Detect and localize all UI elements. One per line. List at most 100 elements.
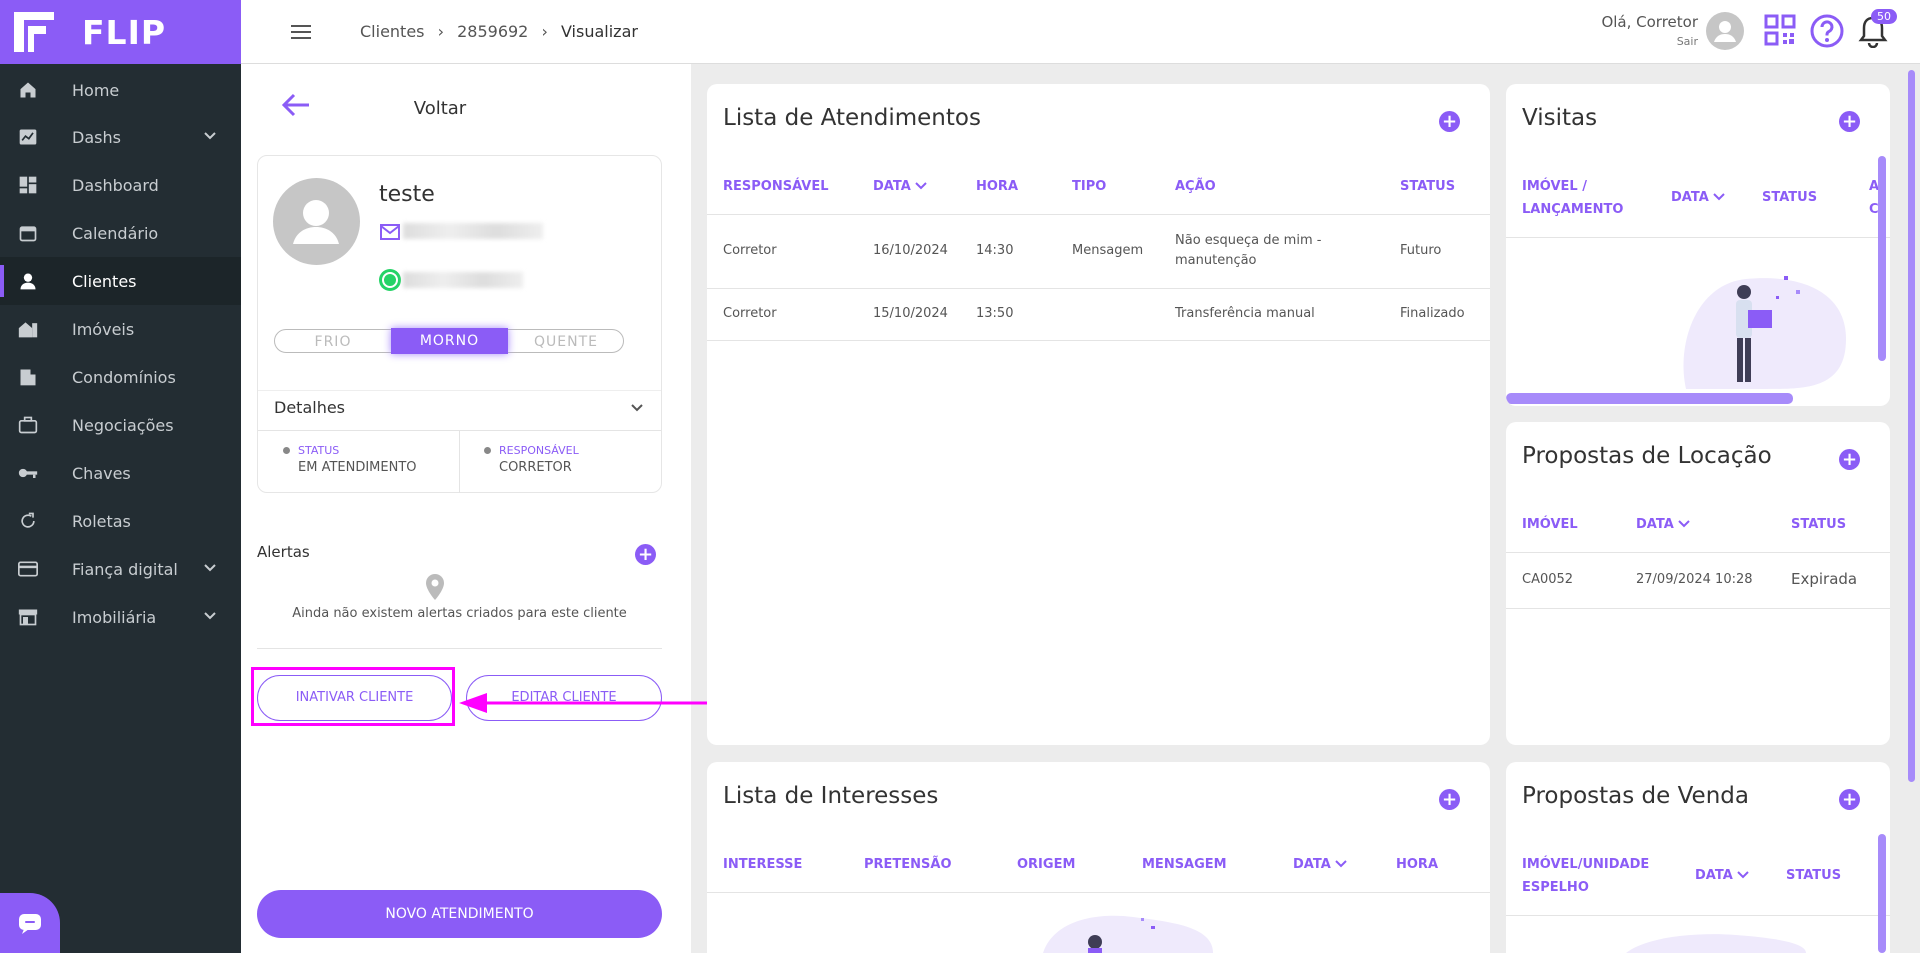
cell-hora: 14:30 [976,243,1014,258]
col-data[interactable]: DATA [1293,853,1348,876]
col-imovel: IMÓVEL / [1522,179,1587,194]
cell-tipo: Mensagem [1072,243,1144,258]
col-status: STATUS [1762,190,1818,205]
cell-data: 27/09/2024 10:28 [1636,572,1753,587]
col-data[interactable]: DATA [1695,864,1750,887]
phone-redacted [403,272,523,288]
calendar-icon [18,223,38,243]
sort-down-icon [1678,520,1691,528]
client-name: teste [379,182,435,207]
status-value: EM ATENDIMENTO [298,460,417,475]
chat-button[interactable] [0,893,60,953]
col-pretensao: PRETENSÃO [864,857,952,872]
add-sale-proposal-button[interactable]: + [1839,789,1860,810]
temp-quente[interactable]: QUENTE [508,330,624,354]
back-arrow-icon[interactable] [281,92,311,118]
new-service-button[interactable]: NOVO ATENDIMENTO [257,890,662,938]
temp-morno[interactable]: MORNO [391,328,508,354]
col-data[interactable]: DATA [873,175,928,198]
temp-frio[interactable]: FRIO [275,330,391,354]
breadcrumb-client-id[interactable]: 2859692 [457,22,528,41]
add-alert-button[interactable]: + [635,544,656,565]
col-data[interactable]: DATA [1636,513,1691,536]
user-avatar[interactable] [1706,12,1744,50]
page-scrollbar[interactable] [1908,70,1915,782]
refresh-icon [18,511,38,531]
card-icon [18,559,38,579]
vertical-scrollbar[interactable] [1878,156,1886,361]
vertical-scrollbar[interactable] [1878,834,1886,953]
sale-proposals-card: Propostas de Venda + IMÓVEL/UNIDADE ESPE… [1506,762,1890,953]
sort-down-icon [1737,871,1750,879]
logout-link[interactable]: Sair [1601,35,1698,48]
help-icon[interactable] [1810,14,1844,48]
details-toggle[interactable]: Detalhes [274,392,345,424]
client-avatar [273,178,360,265]
breadcrumb-current: Visualizar [560,22,638,41]
nav-item-clientes[interactable]: Clientes [0,257,241,305]
services-card: Lista de Atendimentos + RESPONSÁVEL DATA… [707,84,1490,745]
nav-item-imobiliaria[interactable]: Imobiliária [0,593,241,641]
nav-item-chaves[interactable]: Chaves [0,449,241,497]
nav-label: Chaves [72,463,131,483]
breadcrumb-clientes[interactable]: Clientes [360,22,425,41]
add-service-button[interactable]: + [1439,111,1460,132]
chevron-down-icon[interactable] [630,402,644,414]
nav-item-dashboard[interactable]: Dashboard [0,161,241,209]
cell-status: Finalizado [1400,306,1465,321]
empty-illustration [1626,934,1806,953]
chevron-down-icon [204,132,216,140]
chat-icon [19,914,41,934]
cell-acao-cont: manutenção [1175,253,1257,268]
alerts-empty-message: Ainda não existem alertas criados para e… [292,606,627,621]
client-card: teste FRIO MORNO QUENTE Detalhes STATUS … [257,155,662,493]
chevron-down-icon [204,564,216,572]
breadcrumb-separator: › [541,22,548,41]
nav-item-home[interactable]: Home [0,66,241,114]
cell-responsavel: Corretor [723,243,777,258]
col-status: STATUS [1400,179,1456,194]
horizontal-scrollbar[interactable] [1506,393,1793,404]
nav-label: Dashboard [72,175,159,195]
nav-item-condominios[interactable]: Condomínios [0,353,241,401]
logo[interactable]: FLIP [0,0,241,64]
rental-proposals-card: Propostas de Locação + IMÓVEL DATA STATU… [1506,422,1890,745]
col-mensagem: MENSAGEM [1142,857,1227,872]
col-interesse: INTERESSE [723,857,803,872]
email-redacted [403,223,543,239]
nav-item-calendario[interactable]: Calendário [0,209,241,257]
building-icon [18,367,38,387]
add-visit-button[interactable]: + [1839,111,1860,132]
nav-label: Clientes [72,271,137,291]
cell-responsavel: Corretor [723,306,777,321]
mail-icon [380,224,400,240]
nav-item-dashs[interactable]: Dashs [0,113,241,161]
nav-item-negociacoes[interactable]: Negociações [0,401,241,449]
status-dot [283,447,290,454]
col-hora: HORA [976,179,1019,194]
person-avatar-icon [293,200,339,244]
col-imovel: IMÓVEL/UNIDADE [1522,857,1650,872]
breadcrumb-separator: › [437,22,444,41]
add-rental-proposal-button[interactable]: + [1839,449,1860,470]
top-bar: Clientes › 2859692 › Visualizar Olá, Cor… [241,0,1920,64]
nav-item-imoveis[interactable]: Imóveis [0,305,241,353]
nav-item-fianca-digital[interactable]: Fiança digital [0,545,241,593]
nav-label: Condomínios [72,367,176,387]
greeting-text: Olá, Corretor [1601,13,1698,31]
interests-card: Lista de Interesses + INTERESSE PRETENSÃ… [707,762,1490,953]
qr-code-icon[interactable] [1764,14,1796,46]
whatsapp-icon[interactable] [378,268,402,292]
cell-status: Futuro [1400,243,1442,258]
col-data[interactable]: DATA [1671,186,1726,209]
services-title: Lista de Atendimentos [723,105,981,131]
highlight-box [251,667,455,726]
back-label[interactable]: Voltar [400,98,480,119]
cell-acao: Não esqueça de mim - [1175,233,1322,248]
visits-card: Visitas + IMÓVEL / LANÇAMENTO DATA STATU… [1506,84,1890,406]
add-interest-button[interactable]: + [1439,789,1460,810]
empty-illustration [1043,915,1213,953]
nav-label: Roletas [72,511,131,531]
menu-icon[interactable] [291,24,311,40]
nav-item-roletas[interactable]: Roletas [0,497,241,545]
